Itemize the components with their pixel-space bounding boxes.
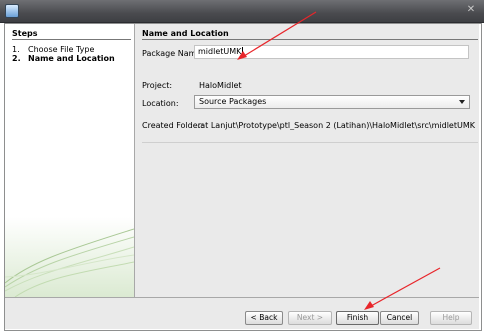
netbeans-app-icon xyxy=(5,4,19,18)
steps-divider xyxy=(12,39,131,40)
created-folder-value: rograman Tingkat Lanjut\Prototype\ptl_Se… xyxy=(199,121,475,130)
button-bar: < Back Next > Finish Cancel Help xyxy=(5,297,479,329)
section-divider xyxy=(142,39,478,40)
project-value: HaloMidlet xyxy=(199,81,242,90)
location-selected-value: Source Packages xyxy=(199,97,267,106)
next-button[interactable]: Next > xyxy=(288,311,332,325)
steps-title: Steps xyxy=(12,29,38,38)
step-number: 1. xyxy=(12,45,20,54)
package-name-value: midletUMK xyxy=(198,47,242,56)
step-number: 2. xyxy=(12,54,21,63)
location-select[interactable]: Source Packages xyxy=(194,95,470,109)
chevron-down-icon[interactable] xyxy=(459,100,465,104)
project-label: Project: xyxy=(142,81,173,90)
step-label: Choose File Type xyxy=(28,45,95,54)
new-file-wizard-window: ✕ Steps 1. Choose File Type 2. Name and … xyxy=(0,0,484,336)
back-button[interactable]: < Back xyxy=(245,311,283,325)
form-separator xyxy=(142,142,478,143)
location-label: Location: xyxy=(142,99,179,108)
text-caret xyxy=(242,47,244,56)
finish-button[interactable]: Finish xyxy=(336,311,379,325)
cancel-button[interactable]: Cancel xyxy=(380,311,419,325)
main-panel: Name and Location Package Name: midletUM… xyxy=(135,24,479,297)
title-bar[interactable]: ✕ xyxy=(0,0,484,23)
step-label: Name and Location xyxy=(28,54,115,63)
created-folder-label: Created Folder: xyxy=(142,121,204,130)
package-name-input[interactable]: midletUMK xyxy=(194,45,469,59)
created-folder-path: rograman Tingkat Lanjut\Prototype\ptl_Se… xyxy=(199,121,475,130)
help-button[interactable]: Help xyxy=(430,311,472,325)
close-icon[interactable]: ✕ xyxy=(464,3,478,17)
section-title: Name and Location xyxy=(142,29,229,38)
decorative-wave-graphic xyxy=(5,217,134,297)
steps-panel: Steps 1. Choose File Type 2. Name and Lo… xyxy=(5,24,135,297)
